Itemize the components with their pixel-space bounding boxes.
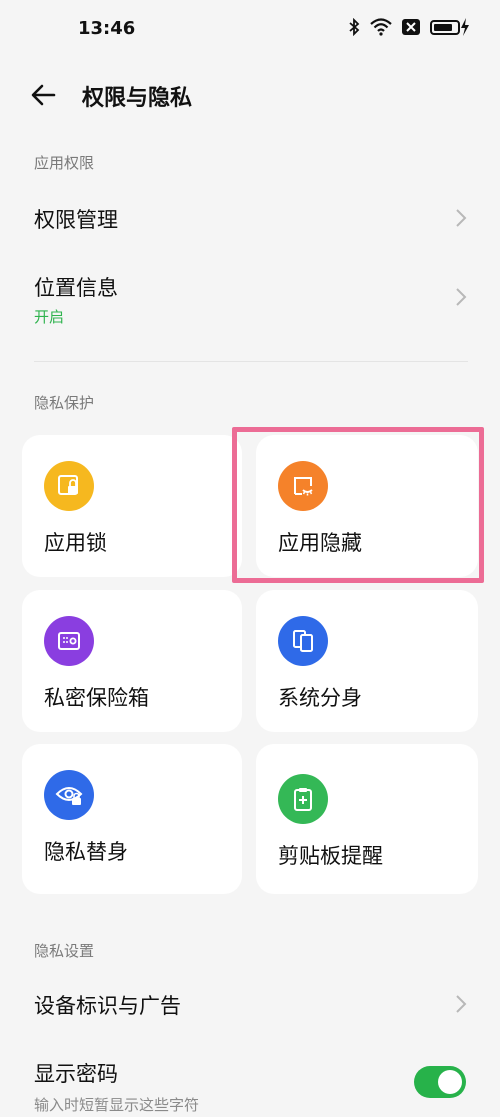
toggle-knob	[438, 1070, 462, 1094]
app-lock-icon	[44, 461, 94, 511]
chevron-right-icon	[456, 288, 467, 306]
row-description: 输入时短暂显示这些字符	[34, 1096, 200, 1114]
card-clipboard-reminder[interactable]: 剪贴板提醒	[256, 744, 478, 894]
eye-lock-icon	[44, 770, 94, 820]
back-arrow-icon	[31, 84, 56, 106]
clipboard-icon	[278, 774, 328, 824]
card-app-lock[interactable]: 应用锁	[22, 435, 242, 577]
no-sim-icon	[402, 19, 420, 35]
card-label: 系统分身	[278, 686, 362, 710]
card-system-clone[interactable]: 系统分身	[256, 590, 478, 732]
row-title: 设备标识与广告	[34, 994, 181, 1018]
status-icons	[348, 18, 470, 36]
card-private-safe[interactable]: 私密保险箱	[22, 590, 242, 732]
top-app-bar: 权限与隐私	[0, 70, 500, 120]
card-label: 私密保险箱	[44, 686, 149, 710]
row-device-id-ads[interactable]: 设备标识与广告	[0, 976, 500, 1034]
section-label-app-permissions: 应用权限	[34, 154, 95, 172]
section-label-privacy-settings: 隐私设置	[34, 942, 95, 960]
app-hide-icon	[278, 461, 328, 511]
clone-icon	[278, 616, 328, 666]
show-password-toggle[interactable]	[414, 1066, 466, 1098]
safe-icon	[44, 616, 94, 666]
card-label: 剪贴板提醒	[278, 844, 383, 868]
location-status: 开启	[34, 308, 65, 326]
back-button[interactable]	[28, 80, 62, 110]
chevron-right-icon	[456, 209, 467, 227]
row-title: 位置信息	[34, 276, 118, 300]
divider	[34, 361, 468, 362]
card-label: 隐私替身	[44, 840, 128, 864]
bluetooth-icon	[348, 18, 360, 36]
card-label: 应用隐藏	[278, 531, 362, 555]
status-bar: 13:46	[0, 0, 500, 58]
section-label-privacy-protection: 隐私保护	[34, 394, 95, 412]
row-title: 显示密码	[34, 1062, 118, 1086]
card-label: 应用锁	[44, 531, 107, 555]
status-time: 13:46	[78, 18, 136, 39]
card-app-hide[interactable]: 应用隐藏	[256, 435, 478, 577]
row-location[interactable]: 位置信息 开启	[0, 262, 500, 338]
page-title: 权限与隐私	[82, 86, 193, 111]
wifi-icon	[370, 18, 392, 36]
row-permission-manage[interactable]: 权限管理	[0, 190, 500, 248]
chevron-right-icon	[456, 995, 467, 1013]
battery-icon	[430, 18, 470, 36]
card-privacy-substitute[interactable]: 隐私替身	[22, 744, 242, 894]
row-title: 权限管理	[34, 208, 118, 232]
